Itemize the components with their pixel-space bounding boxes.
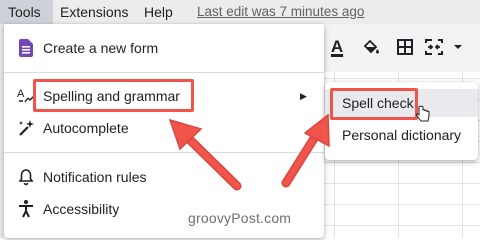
tools-menu: Create a new form A Spelling and grammar…	[4, 24, 324, 238]
submenu-arrow-icon: ▶	[300, 90, 307, 101]
menu-help[interactable]: Help	[140, 0, 177, 24]
merge-cells-icon[interactable]	[424, 34, 468, 60]
menu-item-label: Notification rules	[43, 169, 147, 185]
highlight-box-spell-check	[330, 88, 418, 120]
accessibility-icon	[16, 199, 36, 219]
last-edit-link[interactable]: Last edit was 7 minutes ago	[193, 0, 368, 24]
text-color-glyph: A	[330, 37, 344, 56]
borders-icon[interactable]	[392, 34, 418, 60]
menu-extensions[interactable]: Extensions	[56, 0, 132, 24]
menu-item-notification-rules[interactable]: Notification rules	[4, 162, 324, 192]
text-color-icon[interactable]: A	[326, 34, 348, 60]
menu-tools[interactable]: Tools	[0, 0, 53, 24]
menu-divider	[4, 72, 324, 73]
menu-divider	[4, 152, 324, 153]
highlight-box-spelling	[33, 79, 194, 112]
chevron-down-icon	[454, 45, 462, 49]
menubar: Tools Extensions Help Last edit was 7 mi…	[0, 0, 480, 24]
menu-item-create-form[interactable]: Create a new form	[4, 33, 324, 63]
magic-wand-icon	[16, 118, 36, 138]
submenu-item-personal-dictionary[interactable]: Personal dictionary	[325, 121, 478, 149]
fill-color-icon[interactable]	[358, 34, 384, 60]
form-icon	[16, 38, 36, 58]
svg-text:A: A	[17, 88, 25, 100]
menu-item-label: Autocomplete	[43, 120, 129, 136]
menu-item-autocomplete[interactable]: Autocomplete	[4, 113, 324, 143]
bell-icon	[16, 167, 36, 187]
submenu-item-label: Personal dictionary	[342, 127, 462, 143]
menu-item-label: Create a new form	[43, 40, 159, 56]
toolbar: A	[320, 24, 480, 72]
menu-item-label: Accessibility	[43, 201, 120, 217]
watermark: groovyPost.com	[188, 210, 292, 226]
